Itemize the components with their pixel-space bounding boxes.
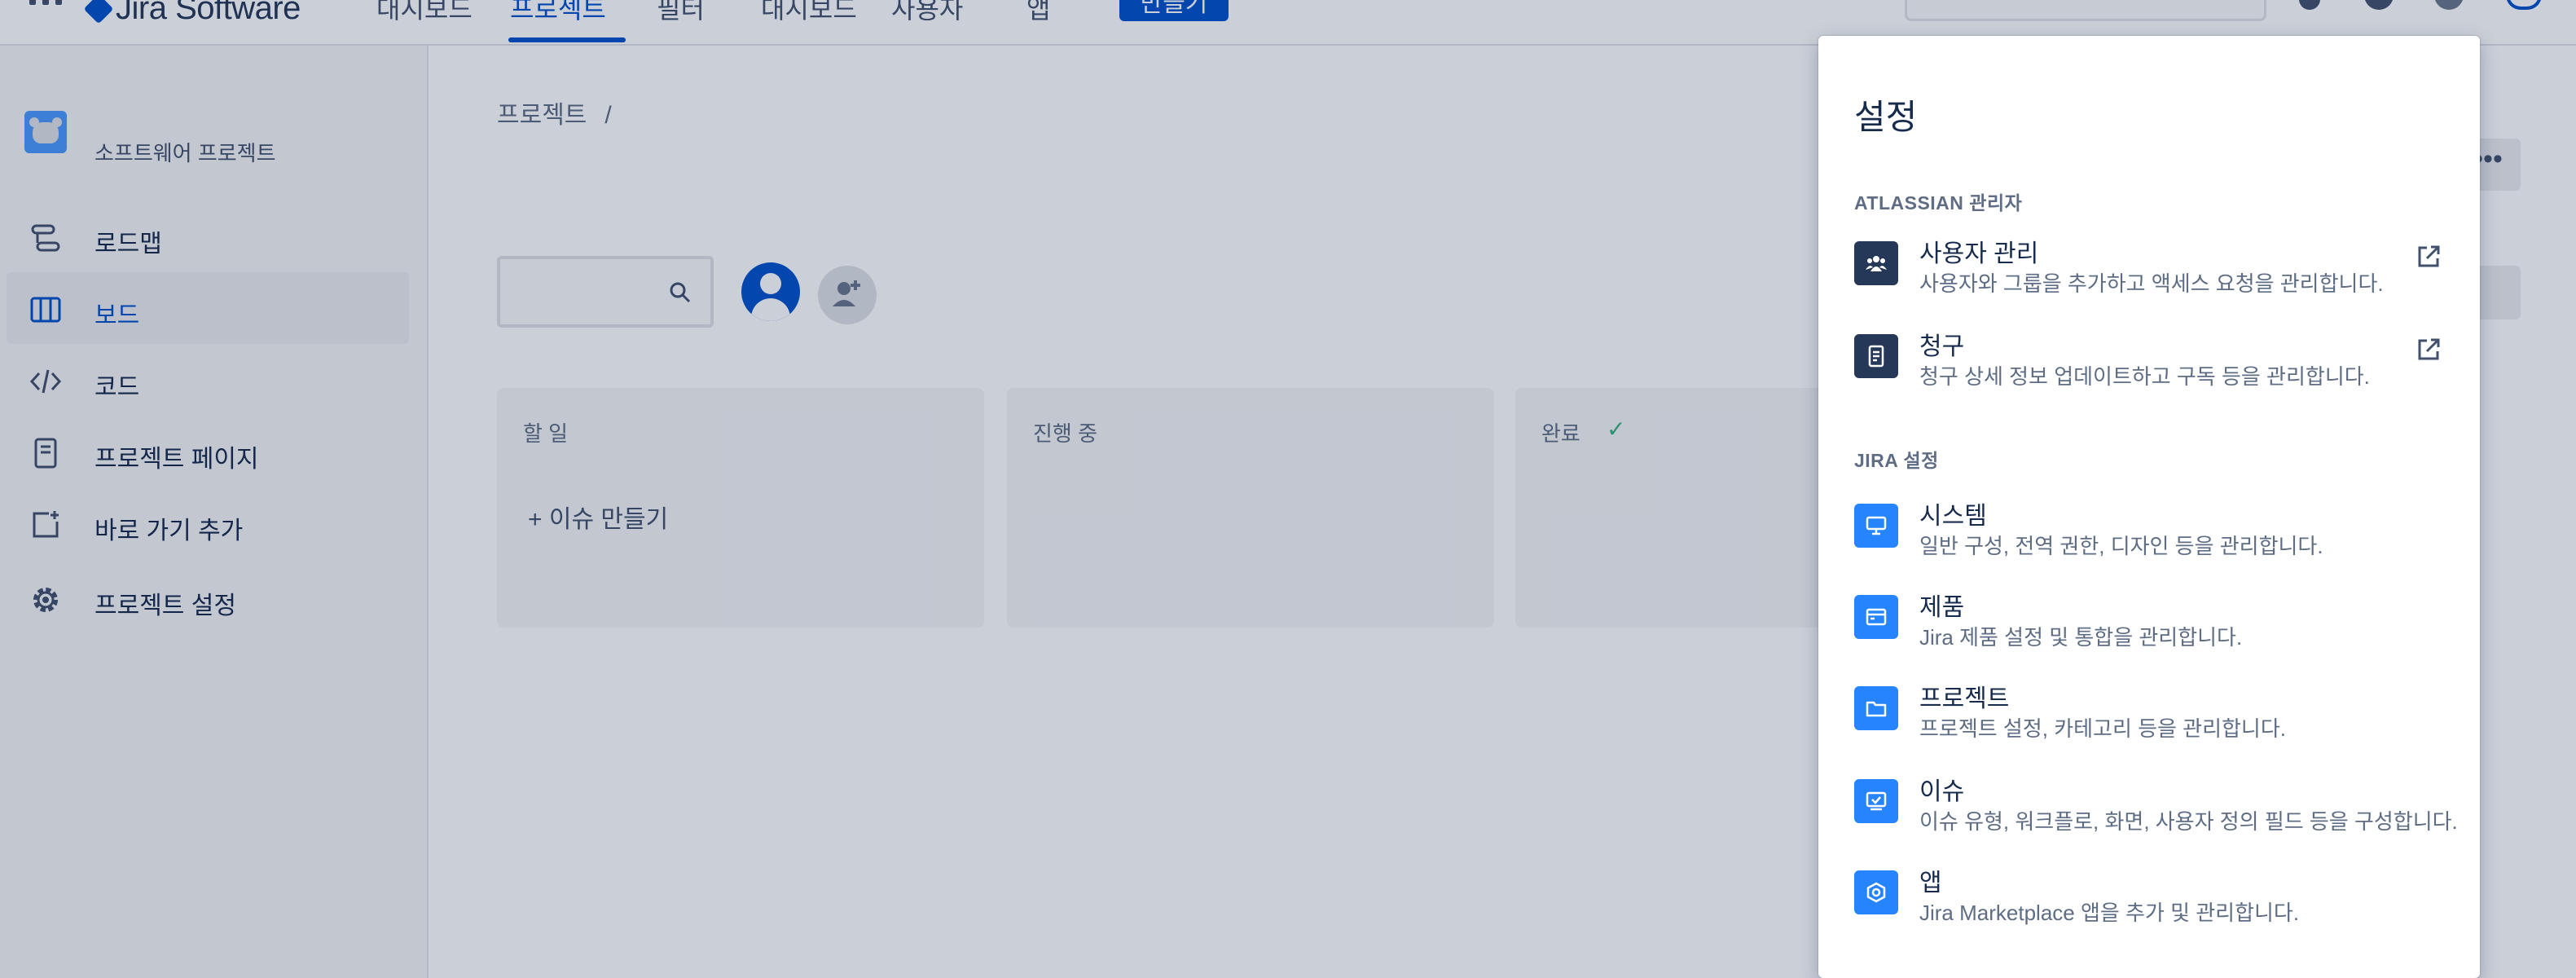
menu-item-title: 사용자 관리 (1919, 240, 2039, 267)
menu-item-description: 사용자와 그룹을 추가하고 액세스 요청을 관리합니다. (1919, 271, 2384, 296)
menu-item-title: 앱 (1919, 870, 1942, 896)
menu-item-title: 이슈 (1919, 778, 1965, 805)
products-icon (1854, 595, 1898, 639)
system-icon (1854, 504, 1898, 548)
menu-item-description: 이슈 유형, 워크플로, 화면, 사용자 정의 필드 등을 구성합니다. (1919, 809, 2458, 834)
users-icon (1854, 241, 1898, 285)
menu-item-projects[interactable]: 프로젝트 프로젝트 설정, 카테고리 등을 관리합니다. (1830, 665, 2468, 758)
menu-item-title: 프로젝트 (1919, 685, 2010, 712)
apps-icon (1854, 870, 1898, 914)
section-label-atlassian-admin: ATLASSIAN 관리자 (1854, 192, 2023, 214)
issues-icon (1854, 779, 1898, 823)
external-link-icon (2418, 338, 2440, 360)
menu-item-issues[interactable]: 이슈 이슈 유형, 워크플로, 화면, 사용자 정의 필드 등을 구성합니다. (1830, 758, 2468, 851)
folder-icon (1854, 686, 1898, 730)
menu-item-billing[interactable]: 청구 청구 상세 정보 업데이트하고 구독 등을 관리합니다. (1830, 313, 2468, 406)
menu-item-description: 일반 구성, 전역 권한, 디자인 등을 관리합니다. (1919, 534, 2323, 558)
settings-panel: 설정 ATLASSIAN 관리자 사용자 관리 사용자와 그룹을 추가하고 액세… (1818, 36, 2480, 978)
menu-item-user-management[interactable]: 사용자 관리 사용자와 그룹을 추가하고 액세스 요청을 관리합니다. (1830, 220, 2468, 313)
menu-item-description: Jira 제품 설정 및 통합을 관리합니다. (1919, 625, 2243, 650)
settings-panel-title: 설정 (1854, 98, 1918, 136)
external-link-icon (2418, 245, 2440, 267)
menu-item-products[interactable]: 제품 Jira 제품 설정 및 통합을 관리합니다. (1830, 574, 2468, 667)
menu-item-description: 청구 상세 정보 업데이트하고 구독 등을 관리합니다. (1919, 364, 2370, 389)
menu-item-title: 제품 (1919, 594, 1965, 621)
menu-item-title: 청구 (1919, 333, 1965, 360)
billing-icon (1854, 334, 1898, 378)
section-label-jira-settings: JIRA 설정 (1854, 450, 1939, 471)
menu-item-description: 프로젝트 설정, 카테고리 등을 관리합니다. (1919, 716, 2286, 741)
menu-item-apps[interactable]: 앱 Jira Marketplace 앱을 추가 및 관리합니다. (1830, 849, 2468, 942)
menu-item-title: 시스템 (1919, 503, 1987, 530)
menu-item-system[interactable]: 시스템 일반 구성, 전역 권한, 디자인 등을 관리합니다. (1830, 482, 2468, 575)
menu-item-description: Jira Marketplace 앱을 추가 및 관리합니다. (1919, 901, 2300, 925)
